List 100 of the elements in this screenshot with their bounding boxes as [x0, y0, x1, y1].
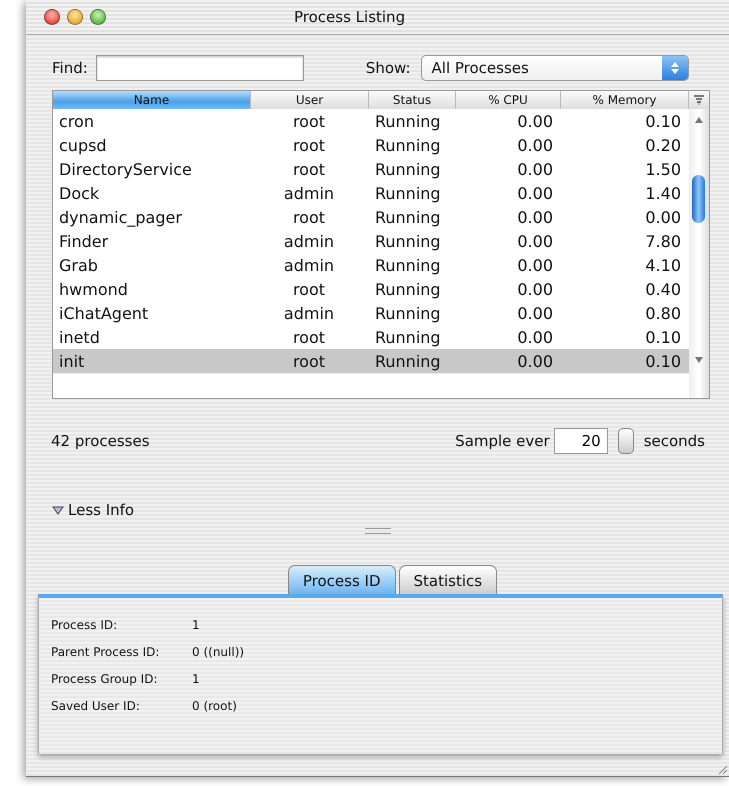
- table-cell-text: 0.00: [516, 232, 554, 250]
- table-row[interactable]: Finder admin Running 0.00 7.80: [53, 229, 689, 253]
- table-cell-text: Running: [374, 208, 442, 226]
- sample-label: Sample ever: [455, 432, 550, 450]
- disclosure-triangle-icon: [52, 506, 64, 514]
- detail-value: 0 ((null)): [192, 645, 244, 661]
- stepper[interactable]: [618, 428, 634, 454]
- column-header[interactable]: % CPU: [456, 91, 561, 109]
- table-cell-text: DirectoryService: [58, 160, 193, 178]
- table-cell-text: 0.10: [644, 352, 682, 370]
- seconds-label: seconds: [644, 432, 705, 450]
- table-cell-text: 1.40: [644, 184, 682, 202]
- window-title: Process Listing: [294, 8, 406, 26]
- table-cell-text: Running: [374, 304, 442, 322]
- table-cell-text: admin: [282, 256, 336, 274]
- table-cell-text: 0.00: [516, 208, 554, 226]
- table-cell-text: 0.00: [516, 280, 554, 298]
- detail-label: Process ID:: [51, 618, 118, 634]
- table-cell-text: iChatAgent: [58, 304, 150, 322]
- scrollbar[interactable]: [689, 109, 709, 398]
- zoom-button[interactable]: [90, 9, 106, 25]
- table-row[interactable]: iChatAgent admin Running 0.00 0.80: [53, 301, 689, 325]
- find-label: Find:: [52, 59, 88, 77]
- sample-field[interactable]: 20: [554, 428, 608, 454]
- column-header[interactable]: % Memory: [561, 91, 689, 109]
- column-header[interactable]: Name: [53, 91, 251, 109]
- resize-grip-icon[interactable]: [717, 764, 727, 774]
- table-row[interactable]: inetd root Running 0.00 0.10: [53, 325, 689, 349]
- table-row[interactable]: Dock admin Running 0.00 1.40: [53, 181, 689, 205]
- table-cell-text: 4.10: [644, 256, 682, 274]
- detail-label: Saved User ID:: [51, 699, 141, 715]
- detail-value: 0 (root): [192, 699, 237, 715]
- table-cell-text: Running: [374, 352, 442, 370]
- table-cell-text: dynamic_pager: [58, 208, 183, 226]
- table-cell-text: 0.00: [516, 352, 554, 370]
- table-cell-text: hwmond: [58, 280, 129, 298]
- column-header[interactable]: User: [251, 91, 369, 109]
- detail-value: 1: [192, 672, 200, 688]
- tab[interactable]: Process ID: [288, 565, 396, 594]
- table-cell-text: root: [292, 112, 326, 130]
- table-cell-text: cupsd: [58, 136, 108, 154]
- table-cell-text: root: [292, 328, 326, 346]
- table-cell-text: 0.10: [644, 328, 682, 346]
- scroll-thumb[interactable]: [692, 175, 705, 223]
- table-row[interactable]: dynamic_pager root Running 0.00 0.00: [53, 205, 689, 229]
- table-row[interactable]: Grab admin Running 0.00 4.10: [53, 253, 689, 277]
- table-cell-text: root: [292, 136, 326, 154]
- table-cell-text: Grab: [58, 256, 99, 274]
- table-cell-text: 0.20: [644, 136, 682, 154]
- close-button[interactable]: [44, 9, 60, 25]
- table-cell-text: Running: [374, 232, 442, 250]
- table-cell-text: Running: [374, 184, 442, 202]
- table-cell-text: 0.00: [516, 328, 554, 346]
- table-cell-text: 0.00: [516, 184, 554, 202]
- table-cell-text: Running: [374, 112, 442, 130]
- table-cell-text: 0.00: [516, 160, 554, 178]
- table-cell-text: Running: [374, 256, 442, 274]
- table-cell-text: Running: [374, 136, 442, 154]
- detail-value: 1: [192, 618, 200, 634]
- table-cell-text: 0.80: [644, 304, 682, 322]
- table-cell-text: 0.40: [644, 280, 682, 298]
- show-popup[interactable]: All Processes: [420, 55, 689, 81]
- table-cell-text: admin: [282, 304, 336, 322]
- disclosure-toggle[interactable]: Less Info: [52, 501, 134, 519]
- table-cell-text: root: [292, 280, 326, 298]
- table-row[interactable]: DirectoryService root Running 0.00 1.50: [53, 157, 689, 181]
- table-cell-text: Running: [374, 328, 442, 346]
- table-cell-text: 0.00: [516, 256, 554, 274]
- splitter-handle[interactable]: [364, 528, 390, 534]
- table-cell-text: cron: [58, 112, 95, 130]
- column-menu-icon[interactable]: [694, 95, 704, 105]
- table-cell-text: init: [58, 352, 86, 370]
- table-cell-text: 0.00: [516, 136, 554, 154]
- table-cell-text: 0.00: [516, 112, 554, 130]
- table-cell-text: Running: [374, 280, 442, 298]
- table-cell-text: inetd: [58, 328, 101, 346]
- table-row[interactable]: init root Running 0.00 0.10: [53, 349, 689, 373]
- table-cell-text: Running: [374, 160, 442, 178]
- table-cell-text: 0.00: [644, 208, 682, 226]
- table-row[interactable]: cupsd root Running 0.00 0.20: [53, 133, 689, 157]
- scroll-up-icon[interactable]: [695, 117, 703, 123]
- table-cell-text: 0.00: [516, 304, 554, 322]
- table-row[interactable]: hwmond root Running 0.00 0.40: [53, 277, 689, 301]
- table-cell-text: Dock: [58, 184, 100, 202]
- tab[interactable]: Statistics: [398, 565, 498, 594]
- table-cell-text: Finder: [58, 232, 110, 250]
- table-cell-text: admin: [282, 184, 336, 202]
- table-cell-text: 1.50: [644, 160, 682, 178]
- detail-label: Parent Process ID:: [51, 645, 160, 661]
- table-cell-text: 7.80: [644, 232, 682, 250]
- minimize-button[interactable]: [67, 9, 83, 25]
- table-cell-text: admin: [282, 232, 336, 250]
- process-count: 42 processes: [51, 432, 151, 450]
- column-header[interactable]: Status: [369, 91, 456, 109]
- table-cell-text: 0.10: [644, 112, 682, 130]
- show-label: Show:: [366, 59, 411, 77]
- scroll-down-icon[interactable]: [695, 357, 703, 363]
- find-field[interactable]: [96, 55, 304, 81]
- table-cell-text: root: [292, 208, 326, 226]
- table-row[interactable]: cron root Running 0.00 0.10: [53, 109, 689, 133]
